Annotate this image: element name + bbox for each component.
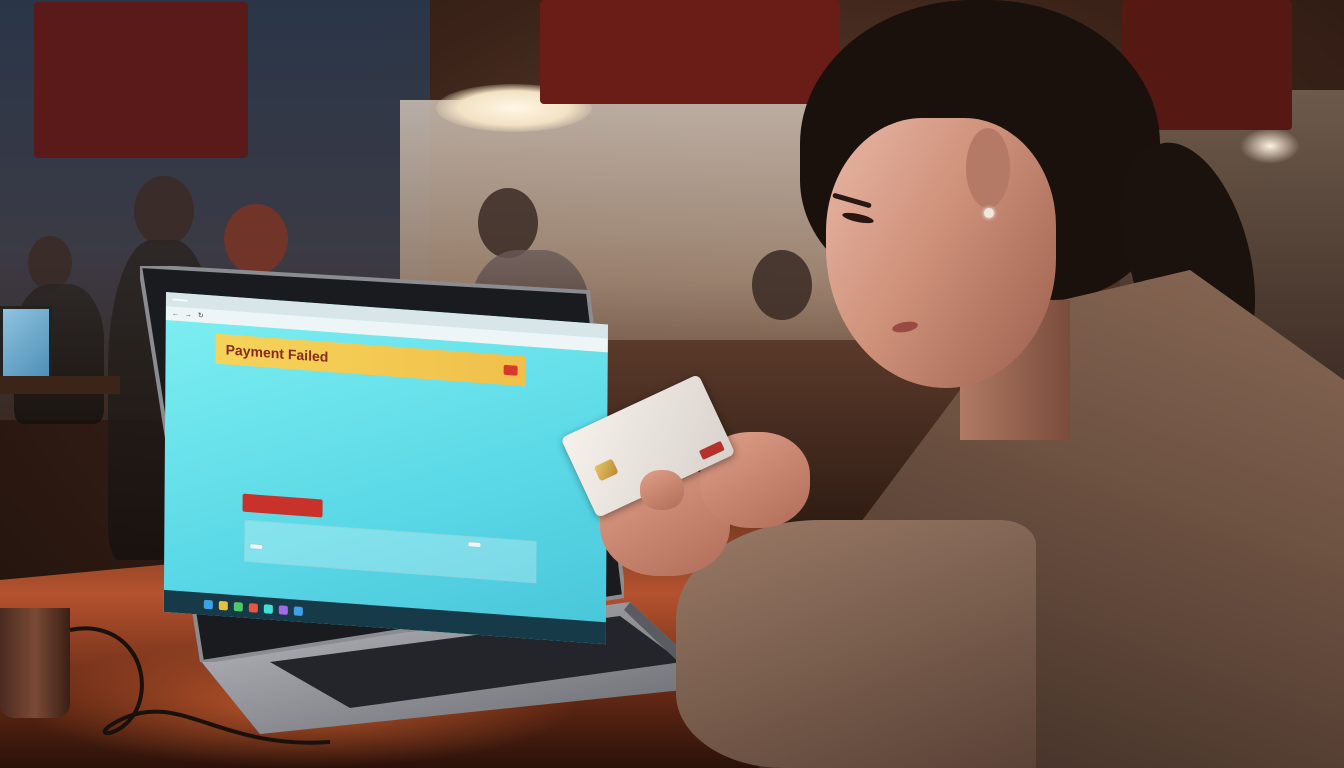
neon-sign-left — [34, 2, 248, 158]
patron-head — [752, 250, 812, 320]
form-button-left[interactable] — [249, 543, 264, 551]
reload-icon[interactable]: ↻ — [198, 311, 204, 319]
woman-ear — [966, 128, 1010, 208]
neon-sign-center — [540, 0, 840, 104]
form-button-right[interactable] — [467, 541, 482, 549]
error-badge-icon — [503, 364, 518, 376]
app-icon[interactable] — [248, 602, 258, 613]
browser-tab[interactable] — [171, 298, 188, 302]
patron-head — [134, 176, 194, 246]
back-icon[interactable]: ← — [172, 310, 179, 318]
start-icon[interactable] — [203, 599, 213, 609]
app-icon[interactable] — [293, 605, 303, 616]
woman-thumb — [640, 470, 684, 510]
patron-head — [478, 188, 538, 258]
background-table — [0, 376, 120, 394]
payment-form-box — [244, 519, 537, 584]
retry-payment-button[interactable] — [242, 493, 323, 518]
woman-sleeve — [676, 520, 1036, 768]
laptop-screen: ← → ↻ Payment Failed — [163, 292, 608, 645]
cafe-scene: ← → ↻ Payment Failed — [0, 0, 1344, 768]
app-icon[interactable] — [278, 604, 288, 615]
card-chip — [593, 458, 619, 482]
patron-head — [28, 236, 72, 290]
card-brand-mark — [698, 440, 725, 461]
browser-icon[interactable] — [263, 603, 273, 614]
patron-head — [224, 204, 288, 274]
payment-failed-title: Payment Failed — [225, 341, 329, 365]
ceiling-light-right — [1240, 128, 1300, 164]
forward-icon[interactable]: → — [185, 311, 192, 319]
earring-icon — [984, 208, 994, 218]
folder-icon[interactable] — [218, 600, 228, 611]
app-icon[interactable] — [233, 601, 243, 612]
background-laptop — [0, 306, 52, 382]
